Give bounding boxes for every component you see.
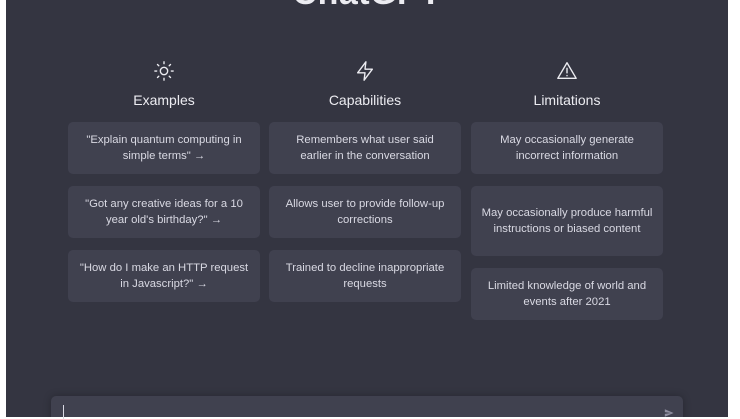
example-card[interactable]: "Explain quantum computing in simple ter… bbox=[68, 122, 260, 174]
examples-title: Examples bbox=[133, 92, 195, 108]
limitations-title: Limitations bbox=[533, 92, 601, 108]
limitation-card: Limited knowledge of world and events af… bbox=[471, 268, 663, 320]
examples-header: Examples bbox=[68, 60, 260, 110]
capability-card: Remembers what user said earlier in the … bbox=[269, 122, 461, 174]
app-frame: ChatGPT Examples "Explain quantum comput… bbox=[0, 0, 740, 419]
capability-card: Allows user to provide follow-up correct… bbox=[269, 186, 461, 238]
examples-column: Examples "Explain quantum computing in s… bbox=[68, 60, 260, 302]
capabilities-title: Capabilities bbox=[328, 92, 402, 108]
limitations-column: Limitations May occasionally generate in… bbox=[471, 60, 663, 320]
limitations-header: Limitations bbox=[471, 60, 663, 110]
example-card[interactable]: "Got any creative ideas for a 10 year ol… bbox=[68, 186, 260, 238]
example-card[interactable]: "How do I make an HTTP request in Javasc… bbox=[68, 250, 260, 302]
capabilities-header: Capabilities bbox=[269, 60, 461, 110]
limitation-card: May occasionally produce harmful instruc… bbox=[471, 186, 663, 256]
page-title: ChatGPT bbox=[6, 0, 728, 13]
capability-card: Trained to decline inappropriate request… bbox=[269, 250, 461, 302]
warning-icon bbox=[557, 62, 577, 80]
lightning-icon bbox=[356, 61, 374, 81]
message-input[interactable] bbox=[51, 396, 683, 417]
chat-main-area: ChatGPT Examples "Explain quantum comput… bbox=[6, 0, 728, 417]
limitation-card: May occasionally generate incorrect info… bbox=[471, 122, 663, 174]
capabilities-column: Capabilities Remembers what user said ea… bbox=[269, 60, 461, 302]
sun-icon bbox=[154, 61, 174, 81]
